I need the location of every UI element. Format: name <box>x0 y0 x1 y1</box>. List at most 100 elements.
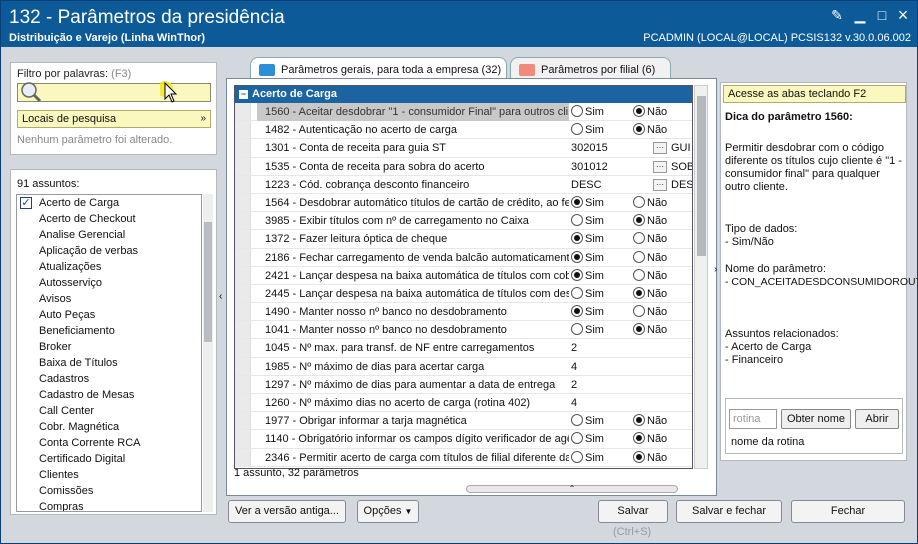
radio-option-yes[interactable]: Sim <box>571 121 604 139</box>
radio-option-yes[interactable]: Sim <box>571 103 604 121</box>
radio-icon[interactable] <box>633 214 645 227</box>
radio-option-no[interactable]: Não <box>633 449 667 467</box>
radio-icon[interactable] <box>633 105 645 117</box>
radio-option-no[interactable]: Não <box>633 267 667 285</box>
radio-icon[interactable] <box>571 286 583 299</box>
subject-item[interactable]: Clientes <box>17 467 201 483</box>
numeric-value[interactable]: 4 <box>571 361 577 373</box>
radio-icon[interactable] <box>571 123 583 136</box>
table-row[interactable]: 1041 - Manter nosso nº banco no desdobra… <box>235 321 692 340</box>
subject-item[interactable]: Auto Peças <box>17 307 201 323</box>
radio-option-yes[interactable]: Sim <box>571 449 604 467</box>
subject-item[interactable]: Call Center <box>17 403 201 419</box>
subject-item[interactable]: Broker <box>17 339 201 355</box>
radio-icon[interactable] <box>571 232 583 245</box>
table-row[interactable]: 1301 - Conta de receita para guia ST 3020… <box>235 139 692 158</box>
table-row[interactable]: 1045 - Nº max. para transf. de NF entre … <box>235 339 692 358</box>
options-button[interactable]: Opções ▼ <box>357 500 419 523</box>
radio-icon[interactable] <box>633 305 645 318</box>
save-close-button[interactable]: Salvar e fechar <box>676 500 782 523</box>
radio-option-no[interactable]: Não <box>633 103 667 121</box>
radio-icon[interactable] <box>571 414 583 427</box>
search-locations-dropdown[interactable]: Locais de pesquisa » <box>17 110 211 128</box>
routine-input[interactable]: rotina <box>729 409 777 429</box>
radio-option-yes[interactable]: Sim <box>571 249 604 267</box>
close-button[interactable]: × <box>893 6 913 24</box>
numeric-value[interactable]: 2 <box>571 379 577 391</box>
radio-option-yes[interactable]: Sim <box>571 212 604 230</box>
close-dialog-button[interactable]: Fechar <box>791 500 905 523</box>
lookup-button[interactable]: ··· <box>653 178 667 191</box>
radio-option-no[interactable]: Não <box>633 249 667 267</box>
radio-option-no[interactable]: Não <box>633 303 667 321</box>
lookup-code[interactable]: DESC <box>571 176 651 194</box>
table-row[interactable]: 2445 - Lançar despesa na baixa automátic… <box>235 284 692 304</box>
param-value[interactable]: 2 <box>571 376 692 394</box>
radio-icon[interactable] <box>633 195 645 208</box>
subject-item[interactable]: Beneficiamento <box>17 323 201 339</box>
table-row[interactable]: 1260 - Nº máximo dias no acerto de carga… <box>235 394 692 413</box>
radio-icon[interactable] <box>633 450 645 463</box>
radio-icon[interactable] <box>571 268 583 281</box>
radio-icon[interactable] <box>571 195 583 208</box>
radio-icon[interactable] <box>633 414 645 427</box>
collapse-group-icon[interactable]: − <box>239 90 248 99</box>
scrollbar-thumb[interactable] <box>204 222 212 342</box>
collapse-left-icon[interactable]: ‹ <box>219 291 225 302</box>
radio-option-no[interactable]: Não <box>633 430 667 448</box>
radio-option-yes[interactable]: Sim <box>571 412 604 430</box>
scrollbar-thumb[interactable] <box>697 96 706 256</box>
subject-item[interactable]: Atualizações <box>17 259 201 275</box>
table-row[interactable]: 1482 - Autenticação no acerto de carga Si… <box>235 121 692 140</box>
radio-icon[interactable] <box>571 450 583 463</box>
subject-item[interactable]: Cadastro de Mesas <box>17 387 201 403</box>
table-row[interactable]: 1490 - Manter nosso nº banco no desdobra… <box>235 303 692 322</box>
subject-item[interactable]: Cobr. Magnética <box>17 419 201 435</box>
old-version-button[interactable]: Ver a versão antiga... <box>228 500 346 523</box>
save-button[interactable]: Salvar <box>598 500 668 523</box>
numeric-value[interactable]: 4 <box>571 397 577 409</box>
collapse-bottom-icon[interactable]: ⌃ <box>466 485 678 493</box>
radio-option-yes[interactable]: Sim <box>571 230 604 248</box>
lookup-button[interactable]: ··· <box>653 160 667 173</box>
radio-icon[interactable] <box>571 432 583 445</box>
radio-icon[interactable] <box>633 323 645 336</box>
radio-option-no[interactable]: Não <box>633 121 667 139</box>
table-row[interactable]: 1223 - Cód. cobrança desconto financeiro… <box>235 175 692 194</box>
lookup-code[interactable]: 302015 <box>571 139 651 157</box>
table-row[interactable]: 1372 - Fazer leitura óptica de cheque Sim… <box>235 230 692 249</box>
subject-item[interactable]: Avisos <box>17 291 201 307</box>
edit-icon[interactable]: ✎ <box>827 6 847 24</box>
lookup-code[interactable]: 301012 <box>571 158 651 176</box>
radio-icon[interactable] <box>633 232 645 245</box>
subject-item[interactable]: Cadastros <box>17 371 201 387</box>
param-value[interactable]: 4 <box>571 394 692 412</box>
radio-icon[interactable] <box>633 250 645 263</box>
table-row[interactable]: 1297 - Nº máximo de dias para aumentar a… <box>235 375 692 394</box>
radio-icon[interactable] <box>633 123 645 136</box>
table-row[interactable]: 2346 - Permitir acerto de carga com títu… <box>235 448 692 467</box>
radio-icon[interactable] <box>633 286 645 299</box>
table-row[interactable]: 3985 - Exibir títulos com nº de carregam… <box>235 212 692 231</box>
subject-item[interactable]: Baixa de Títulos <box>17 355 201 371</box>
table-row[interactable]: 1140 - Obrigatório informar os campos dí… <box>235 430 692 449</box>
grid-scrollbar[interactable] <box>694 85 708 469</box>
radio-icon[interactable] <box>633 432 645 445</box>
radio-icon[interactable] <box>633 268 645 281</box>
radio-option-yes[interactable]: Sim <box>571 430 604 448</box>
subject-item[interactable]: Certificado Digital <box>17 451 201 467</box>
radio-icon[interactable] <box>571 214 583 227</box>
radio-icon[interactable] <box>571 105 583 117</box>
subject-item[interactable]: Aplicação de verbas <box>17 243 201 259</box>
radio-option-no[interactable]: Não <box>633 285 667 303</box>
radio-option-no[interactable]: Não <box>633 212 667 230</box>
table-row[interactable]: 1564 - Desdobrar automático títulos de c… <box>235 193 692 213</box>
subject-item[interactable]: Comissões <box>17 483 201 499</box>
subjects-list[interactable]: ✓ Acerto de Carga Acerto de Checkout Analis… <box>16 194 202 512</box>
radio-option-yes[interactable]: Sim <box>571 285 604 303</box>
radio-option-yes[interactable]: Sim <box>571 303 604 321</box>
subject-item[interactable]: Autosserviço <box>17 275 201 291</box>
subject-item[interactable]: Acerto de Checkout <box>17 211 201 227</box>
numeric-value[interactable]: 2 <box>571 342 577 354</box>
table-row[interactable]: 1560 - Aceitar desdobrar "1 - consumidor… <box>235 103 692 122</box>
